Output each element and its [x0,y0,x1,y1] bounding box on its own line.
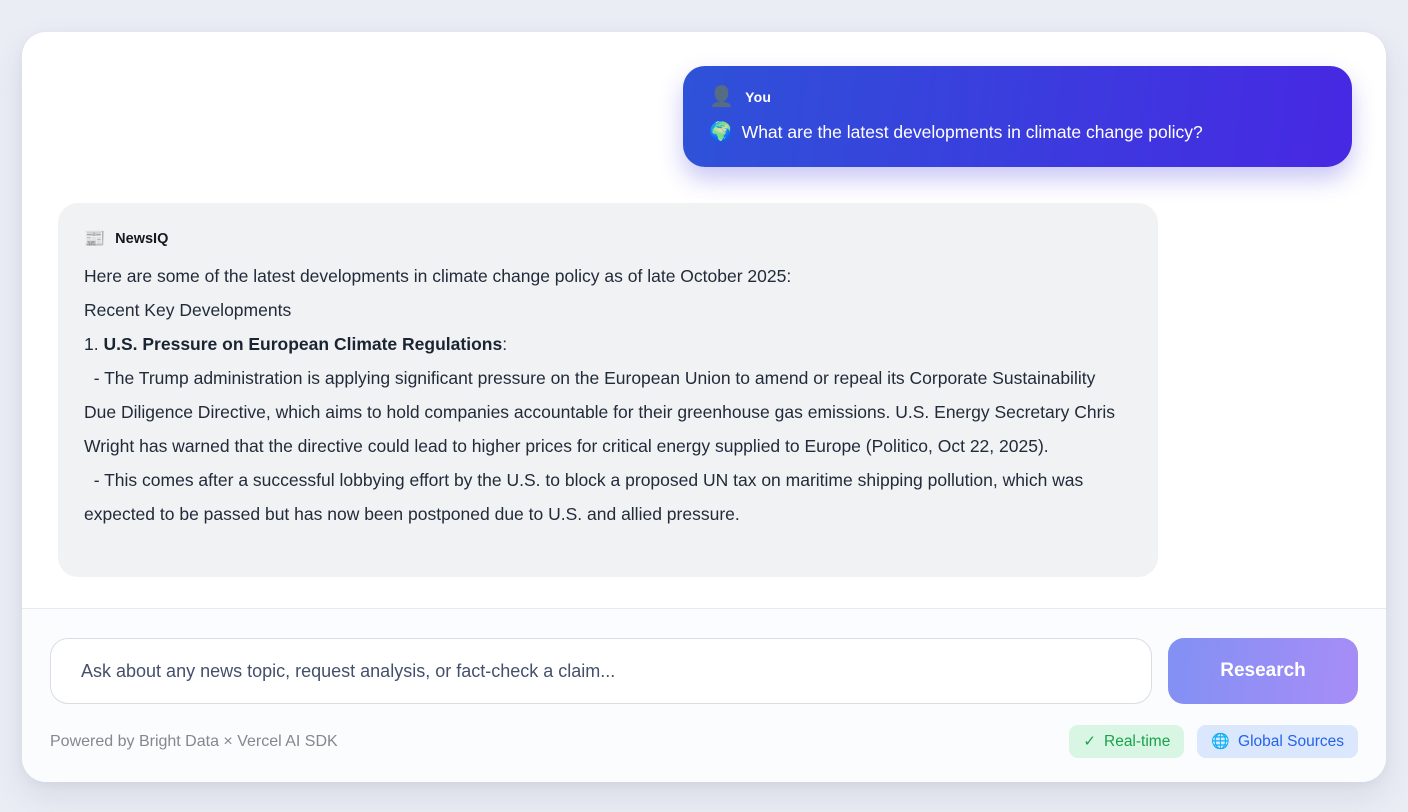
footer-row: Powered by Bright Data × Vercel AI SDK ✓… [50,725,1358,758]
badge-label: Global Sources [1238,733,1344,751]
assistant-header: 📰 NewsIQ [84,230,1132,247]
question-input[interactable] [50,638,1152,704]
badge-real-time: ✓ Real-time [1069,725,1184,758]
composer-section: Research Powered by Bright Data × Vercel… [22,608,1386,782]
user-sender-label: You [745,89,771,105]
globe-icon: 🌍 [709,123,733,142]
research-button[interactable]: Research [1168,638,1358,704]
user-message-text: What are the latest developments in clim… [742,122,1203,143]
composer-row: Research [50,638,1358,704]
assistant-paragraph: Recent Key Developments [84,293,1132,327]
assistant-paragraphs: Here are some of the latest developments… [84,259,1132,531]
badge-global-sources: 🌐 Global Sources [1197,725,1358,758]
powered-by-text: Powered by Bright Data × Vercel AI SDK [50,733,338,751]
user-avatar-icon: 👤 [709,87,734,107]
assistant-message-card: 📰 NewsIQ Here are some of the latest dev… [58,203,1158,577]
user-sender-row: 👤 You [709,87,1326,107]
user-message-row: 🌍 What are the latest developments in cl… [709,122,1326,143]
assistant-paragraph: - The Trump administration is applying s… [84,361,1132,463]
assistant-paragraph: - This comes after a successful lobbying… [84,463,1132,531]
check-icon: ✓ [1083,734,1096,749]
chat-scroll-area[interactable]: 👤 You 🌍 What are the latest developments… [22,32,1386,608]
assistant-paragraph: 1. U.S. Pressure on European Climate Reg… [84,327,1132,361]
user-message-bubble: 👤 You 🌍 What are the latest developments… [683,66,1352,167]
footer-badges: ✓ Real-time 🌐 Global Sources [1069,725,1358,758]
globe-meridians-icon: 🌐 [1211,734,1230,749]
badge-label: Real-time [1104,733,1170,751]
main-app-card: 👤 You 🌍 What are the latest developments… [22,32,1386,782]
assistant-sender-label: NewsIQ [115,231,168,247]
newspaper-icon: 📰 [84,230,105,247]
assistant-paragraph: Here are some of the latest developments… [84,259,1132,293]
